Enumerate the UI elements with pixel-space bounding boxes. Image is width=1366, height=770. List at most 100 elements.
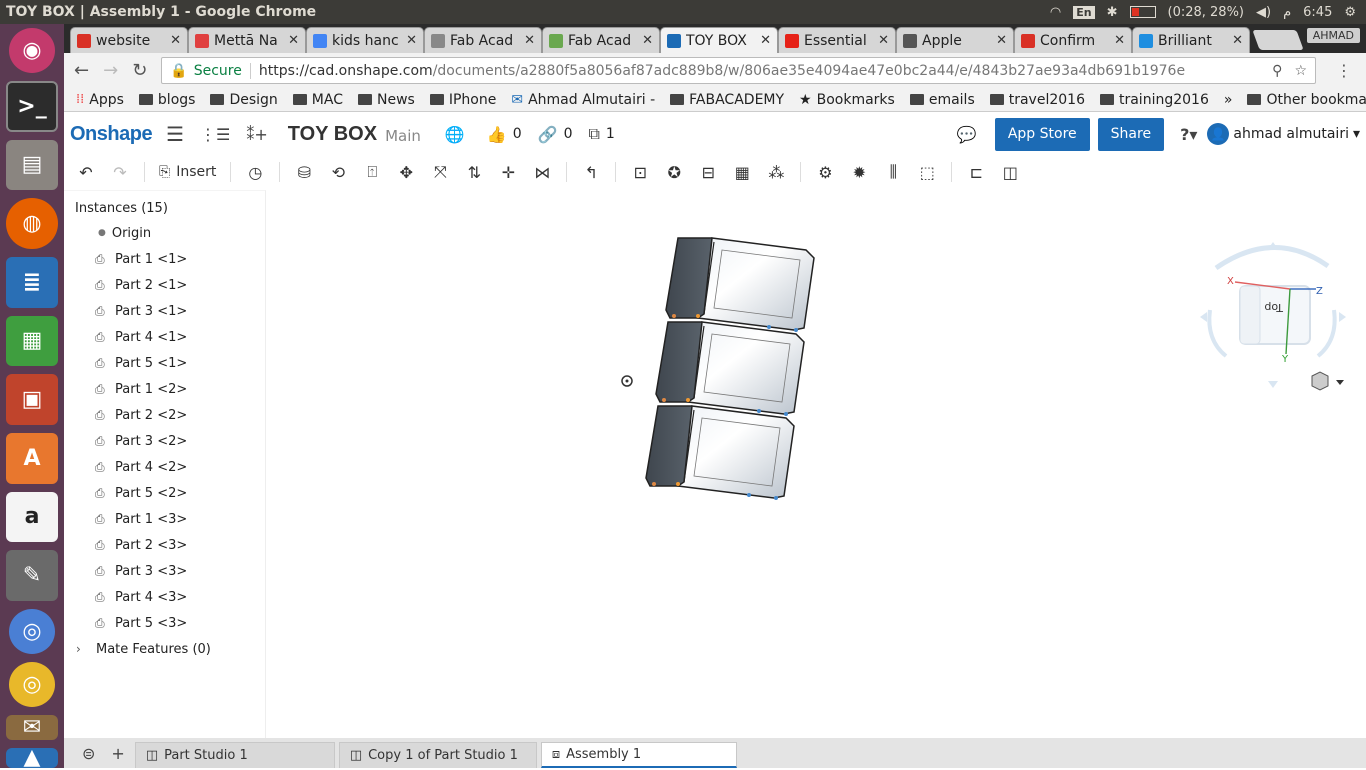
bookmark-item[interactable]: Design (210, 92, 278, 108)
instance-item[interactable]: ⎙ Part 5 <3> (64, 610, 265, 636)
browser-tab[interactable]: Mettā Na ✕ (188, 27, 306, 53)
redo-icon[interactable]: ↷ (110, 162, 130, 182)
insert-button[interactable]: ⎘ Insert (159, 164, 216, 180)
gear-relation-icon[interactable]: ⚙ (815, 162, 835, 182)
instance-item[interactable]: ⎙ Part 5 <1> (64, 350, 265, 376)
writer-icon[interactable]: ≣ (6, 256, 58, 308)
section-view-icon[interactable]: ◫ (1000, 162, 1020, 182)
document-name[interactable]: TOY BOX (288, 123, 377, 146)
browser-tab[interactable]: kids hanc ✕ (306, 27, 424, 53)
bookmark-item[interactable]: ✉ Ahmad Almutairi - (511, 92, 655, 108)
chrome-menu-icon[interactable]: ⋮ (1336, 61, 1352, 80)
branch-name[interactable]: Main (385, 127, 421, 145)
instance-item[interactable]: ⎙ Part 4 <3> (64, 584, 265, 610)
volume-icon[interactable]: ◀) (1256, 5, 1271, 20)
group-icon[interactable]: ✪ (664, 162, 684, 182)
bookmark-item[interactable]: emails (909, 92, 975, 108)
rack-pinion-icon[interactable]: ✹ (849, 162, 869, 182)
mate-features-folder[interactable]: › Mate Features (0) (64, 636, 265, 662)
globe-icon[interactable]: 🌐 (445, 125, 465, 144)
element-tab[interactable]: ◫ Copy 1 of Part Studio 1 (338, 742, 537, 768)
instance-item[interactable]: ⎙ Part 4 <2> (64, 454, 265, 480)
help-icon[interactable]: ?▾ (1180, 125, 1197, 144)
view-options-dropdown[interactable] (1311, 371, 1344, 391)
planar-mate-icon[interactable]: ✥ (396, 162, 416, 182)
new-tab-button[interactable] (1252, 30, 1304, 50)
pin-slot-mate-icon[interactable]: ⇅ (464, 162, 484, 182)
browser-tab[interactable]: Brilliant ✕ (1132, 27, 1250, 53)
linear-relation-icon[interactable]: ⬚ (917, 162, 937, 182)
view-cube[interactable]: X Z Y Top (1200, 242, 1346, 388)
bookmark-item[interactable]: IPhone (429, 92, 496, 108)
instance-item[interactable]: ⎙ Part 1 <1> (64, 246, 265, 272)
screw-relation-icon[interactable]: ⫼ (883, 162, 903, 182)
onshape-logo[interactable]: Onshape (70, 123, 153, 146)
revolute-mate-icon[interactable]: ⟲ (328, 162, 348, 182)
browser-tab[interactable]: Fab Acad ✕ (542, 27, 660, 53)
bookmark-item[interactable]: ★ Bookmarks (799, 92, 895, 108)
back-icon[interactable]: ← (74, 60, 89, 81)
close-tab-icon[interactable]: ✕ (1114, 33, 1125, 48)
add-tab-icon[interactable]: + (105, 744, 130, 763)
bookmark-item[interactable]: blogs (138, 92, 195, 108)
insert-tree-icon[interactable]: ⁑+ (246, 125, 267, 144)
close-tab-icon[interactable]: ✕ (170, 33, 181, 48)
close-tab-icon[interactable]: ✕ (878, 33, 889, 48)
battery-icon[interactable] (1129, 6, 1156, 18)
replicate-icon[interactable]: ⊟ (698, 162, 718, 182)
keyboard-indicator[interactable]: En (1073, 5, 1095, 19)
vlc-icon[interactable]: ▲ (6, 745, 58, 770)
power-gear-icon[interactable]: ⚙ (1344, 5, 1356, 20)
chromium-icon[interactable]: ◎ (9, 608, 55, 654)
toy-box-part-2[interactable] (655, 321, 805, 416)
close-tab-icon[interactable]: ✕ (760, 33, 771, 48)
page-action-icon[interactable]: ⚲ (1272, 63, 1282, 79)
impress-icon[interactable]: ▣ (6, 374, 58, 425)
element-tab[interactable]: ◫ Part Studio 1 (134, 742, 335, 768)
comments-icon[interactable]: 💬 (957, 125, 977, 144)
wifi-icon[interactable]: ◠ (1050, 5, 1061, 20)
close-tab-icon[interactable]: ✕ (1232, 33, 1243, 48)
bookmark-item[interactable]: FABACADEMY (670, 92, 784, 108)
bluetooth-icon[interactable]: ✱ (1107, 5, 1118, 20)
forward-icon[interactable]: → (103, 60, 118, 81)
bookmark-item[interactable]: News (357, 92, 415, 108)
files-icon[interactable]: ▤ (6, 139, 58, 191)
mate-connector-icon[interactable]: ⊡ (630, 162, 650, 182)
other-bookmarks[interactable]: Other bookmarks (1247, 92, 1366, 108)
browser-tab[interactable]: Confirm ✕ (1014, 27, 1132, 53)
toy-box-part-3[interactable] (645, 405, 795, 500)
link-icon[interactable]: 🔗 (538, 125, 558, 144)
browser-tab[interactable]: TOY BOX ✕ (660, 27, 778, 53)
system-settings-icon[interactable]: ✎ (6, 550, 58, 601)
slider-mate-icon[interactable]: ⍐ (362, 162, 382, 182)
bookmark-item[interactable]: travel2016 (989, 92, 1085, 108)
browser-tab[interactable]: website ✕ (70, 27, 188, 53)
share-button[interactable]: Share (1097, 117, 1165, 151)
instance-item[interactable]: ⎙ Part 1 <3> (64, 506, 265, 532)
calc-icon[interactable]: ▦ (6, 315, 58, 367)
instance-item[interactable]: ⎙ Part 3 <1> (64, 298, 265, 324)
bookmark-item[interactable]: training2016 (1099, 92, 1209, 108)
instance-item[interactable]: ⎙ Part 3 <2> (64, 428, 265, 454)
instance-item[interactable]: ⎙ Part 2 <1> (64, 272, 265, 298)
profile-button[interactable]: AHMAD (1306, 28, 1360, 43)
omnibox[interactable]: 🔒 Secure https://cad.onshape.com/documen… (161, 57, 1316, 84)
versions-icon[interactable]: ⧉ (588, 124, 599, 144)
chrome-icon[interactable]: ◎ (9, 661, 55, 707)
amazon-icon[interactable]: a (6, 491, 58, 543)
instance-item[interactable]: ⎙ Part 3 <3> (64, 558, 265, 584)
measure-icon[interactable]: ⊏ (966, 162, 986, 182)
bookmark-star-icon[interactable]: ☆ (1294, 63, 1307, 79)
graphics-area[interactable]: X Z Y Top (266, 190, 1366, 738)
pattern-icon[interactable]: ▦ (732, 162, 752, 182)
fastened-mate-icon[interactable]: ⛁ (294, 162, 314, 182)
browser-tab[interactable]: Essential ✕ (778, 27, 896, 53)
url-text[interactable]: https://cad.onshape.com/documents/a2880f… (259, 63, 1185, 79)
firefox-icon[interactable]: ◍ (6, 198, 58, 249)
element-tab[interactable]: ⧈ Assembly 1 (540, 742, 737, 768)
ball-mate-icon[interactable]: ✛ (498, 162, 518, 182)
ubuntu-dash-icon[interactable]: ◉ (9, 28, 55, 73)
clock[interactable]: 6:45 (1303, 5, 1332, 20)
toy-box-part-1[interactable] (665, 237, 815, 332)
